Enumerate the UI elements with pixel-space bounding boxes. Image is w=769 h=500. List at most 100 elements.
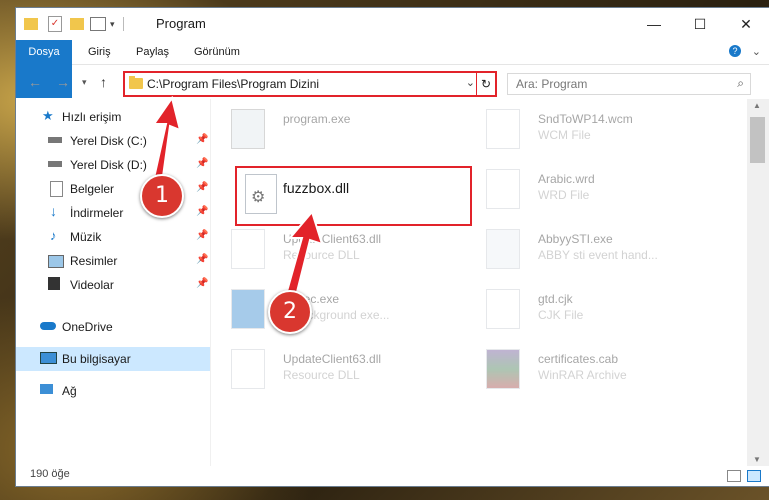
sidebar-item-label: İndirmeler — [70, 206, 124, 220]
customize-qa-icon[interactable]: ▾ — [110, 19, 115, 30]
videos-icon — [48, 277, 60, 290]
exe-icon — [486, 229, 520, 269]
file-name: AbbyySTI.exe — [538, 232, 613, 246]
chevron-down-icon[interactable]: ⌄ — [466, 76, 475, 89]
scroll-up-icon[interactable]: ▲ — [753, 101, 761, 110]
computer-icon — [40, 352, 57, 364]
close-button[interactable]: ✕ — [723, 8, 769, 40]
file-name: certificates.cab — [538, 352, 619, 366]
gear-icon: ⚙ — [251, 189, 266, 206]
tab-share[interactable]: Paylaş — [124, 40, 181, 64]
status-bar: 190 öğe — [16, 466, 769, 486]
file-name: UpdateClient63.dll — [283, 352, 382, 366]
expand-ribbon-icon[interactable]: ⌄ — [752, 45, 761, 58]
dll-gear-icon: ⚙ — [245, 174, 277, 214]
details-view-icon[interactable] — [727, 470, 741, 482]
sidebar-item-label: Müzik — [70, 230, 102, 244]
file-item-highlighted[interactable]: ⚙ fuzzbox.dll — [235, 166, 472, 226]
file-item[interactable]: UpdateClient63.dll Resource DLL — [221, 343, 461, 401]
archive-icon — [486, 349, 520, 389]
drive-icon — [48, 137, 62, 143]
step-badge-1: 1 — [140, 174, 184, 218]
forward-icon[interactable]: → — [56, 74, 70, 90]
address-bar[interactable]: C:\Program Files\Program Dizini ⌄ ↻ — [123, 71, 497, 97]
file-item[interactable]: certificates.cab WinRAR Archive — [476, 343, 716, 401]
help-icon[interactable]: ? — [729, 45, 741, 57]
pin-icon[interactable]: 📌 — [196, 158, 208, 169]
sidebar-item-onedrive[interactable]: OneDrive — [16, 315, 210, 339]
item-count: 190 öğe — [30, 468, 70, 480]
pin-icon[interactable]: 📌 — [196, 134, 208, 145]
file-item[interactable]: UpdateClient63.dll Resource DLL — [221, 223, 461, 281]
cloud-icon — [40, 322, 56, 330]
network-icon — [40, 384, 53, 394]
file-icon — [486, 289, 520, 329]
sidebar-item-network[interactable]: Ağ — [16, 379, 210, 403]
sidebar-item-label: Ağ — [62, 384, 77, 398]
sidebar-item-label: Belgeler — [70, 182, 115, 196]
pin-icon[interactable]: 📌 — [196, 182, 208, 193]
step-badge-2: 2 — [268, 290, 312, 334]
file-type: Resource DLL — [283, 368, 360, 382]
file-item[interactable]: gtd.cjk CJK File — [476, 283, 716, 341]
sidebar-item-label: Resimler — [70, 254, 118, 268]
properties-icon[interactable]: ✓ — [48, 16, 62, 32]
file-type: WRD File — [538, 188, 590, 202]
navigation-bar: ← → ▾ ↑ C:\Program Files\Program Dizini … — [16, 65, 769, 99]
sidebar-item-label: Hızlı erişim — [62, 110, 122, 124]
large-icons-view-icon[interactable] — [747, 470, 761, 482]
recent-locations-icon[interactable]: ▾ — [82, 77, 87, 88]
file-item[interactable]: AbbyySTI.exe ABBY sti event hand... — [476, 223, 716, 281]
file-type: WCM File — [538, 128, 591, 142]
exe-icon — [231, 109, 265, 149]
search-box[interactable]: Ara: Program ⌕ — [507, 73, 751, 95]
pin-icon[interactable]: 📌 — [196, 278, 208, 289]
file-name: SndToWP14.wcm — [538, 112, 633, 126]
address-path: C:\Program Files\Program Dizini — [147, 77, 320, 91]
minimize-button[interactable]: — — [631, 8, 677, 40]
folder-icon — [129, 76, 143, 89]
search-icon: ⌕ — [737, 76, 744, 90]
sidebar-item-label: OneDrive — [62, 320, 113, 334]
download-icon: ↓ — [50, 203, 57, 219]
vertical-scrollbar[interactable]: ▲ ▼ — [747, 99, 769, 466]
sidebar-item-music[interactable]: ♪ Müzik 📌 — [16, 225, 210, 249]
tab-view[interactable]: Görünüm — [182, 40, 252, 64]
documents-icon — [50, 181, 63, 197]
pin-icon[interactable]: 📌 — [196, 254, 208, 265]
file-name: Arabic.wrd — [538, 172, 595, 186]
drive-icon — [48, 161, 62, 167]
pane-divider — [210, 99, 211, 466]
file-name: program.exe — [283, 112, 351, 126]
view-icon[interactable] — [90, 17, 106, 31]
music-icon: ♪ — [50, 228, 57, 243]
folder-icon — [24, 18, 38, 30]
file-item[interactable]: program.exe — [221, 103, 461, 161]
file-item[interactable]: eExec.exe Y background exe... — [221, 283, 461, 341]
sidebar-item-videos[interactable]: Videolar 📌 — [16, 273, 210, 297]
search-input[interactable]: Ara: Program — [516, 77, 587, 91]
refresh-icon[interactable]: ↻ — [476, 73, 495, 95]
file-type: WinRAR Archive — [538, 368, 627, 382]
exe-icon — [231, 289, 265, 329]
file-icon — [486, 109, 520, 149]
sidebar-item-this-pc[interactable]: Bu bilgisayar — [16, 347, 210, 371]
file-name: gtd.cjk — [538, 292, 573, 306]
explorer-window: ✓ ▾ Program — ☐ ✕ Dosya Giriş Paylaş Gör… — [16, 8, 769, 486]
file-item[interactable]: Arabic.wrd WRD File — [476, 163, 716, 221]
pin-icon[interactable]: 📌 — [196, 206, 208, 217]
back-icon[interactable]: ← — [28, 74, 42, 90]
scrollbar-thumb[interactable] — [750, 117, 765, 163]
tab-home[interactable]: Giriş — [76, 40, 123, 64]
new-folder-icon[interactable] — [70, 18, 84, 30]
file-item[interactable]: SndToWP14.wcm WCM File — [476, 103, 716, 161]
pin-icon[interactable]: 📌 — [196, 230, 208, 241]
scroll-down-icon[interactable]: ▼ — [753, 455, 761, 464]
sidebar-item-pictures[interactable]: Resimler 📌 — [16, 249, 210, 273]
quick-access-toolbar: ✓ ▾ — [24, 16, 124, 32]
dll-icon — [231, 349, 265, 389]
maximize-button[interactable]: ☐ — [677, 8, 723, 40]
sidebar-item-label: Videolar — [70, 278, 114, 292]
star-icon: ★ — [42, 108, 54, 123]
up-icon[interactable]: ↑ — [100, 74, 107, 90]
